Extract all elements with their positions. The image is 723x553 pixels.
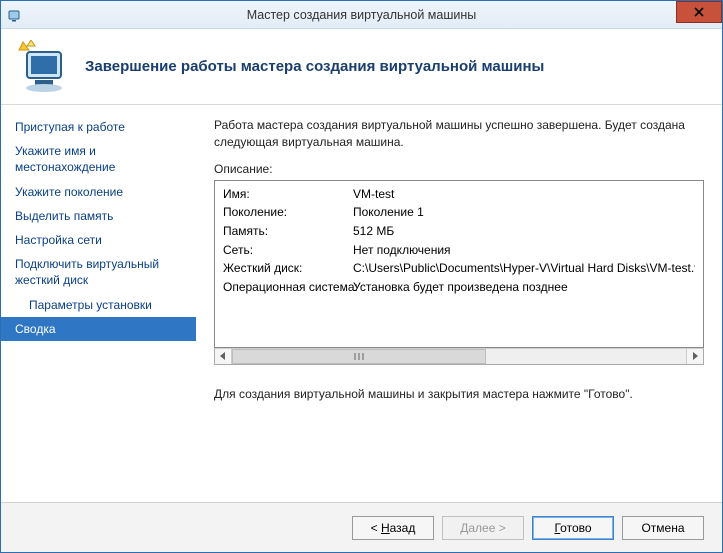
chevron-right-icon bbox=[692, 352, 698, 360]
wizard-step[interactable]: Выделить память bbox=[1, 204, 196, 228]
summary-key: Имя: bbox=[223, 185, 353, 204]
summary-value: 512 МБ bbox=[353, 222, 695, 241]
summary-key: Жесткий диск: bbox=[223, 259, 353, 278]
wizard-window: Мастер создания виртуальной машины Завер… bbox=[0, 0, 723, 553]
back-button[interactable]: < Назад bbox=[352, 516, 434, 540]
cancel-button[interactable]: Отмена bbox=[622, 516, 704, 540]
close-button[interactable] bbox=[676, 1, 722, 23]
summary-key: Поколение: bbox=[223, 203, 353, 222]
summary-row: Поколение:Поколение 1 bbox=[223, 203, 695, 222]
next-button: Далее > bbox=[442, 516, 524, 540]
summary-key: Сеть: bbox=[223, 241, 353, 260]
summary-value: VM-test bbox=[353, 185, 695, 204]
summary-value: Установка будет произведена позднее bbox=[353, 278, 695, 297]
summary-value: Поколение 1 bbox=[353, 203, 695, 222]
scroll-thumb[interactable] bbox=[232, 349, 486, 364]
wizard-step[interactable]: Укажите имя и местонахождение bbox=[1, 139, 196, 179]
page-title: Завершение работы мастера создания вирту… bbox=[85, 58, 544, 75]
window-title: Мастер создания виртуальной машины bbox=[1, 8, 722, 22]
description-label: Описание: bbox=[214, 162, 704, 176]
summary-row: Сеть:Нет подключения bbox=[223, 241, 695, 260]
vm-icon bbox=[17, 40, 71, 94]
wizard-header: Завершение работы мастера создания вирту… bbox=[1, 29, 722, 105]
summary-row: Имя:VM-test bbox=[223, 185, 695, 204]
horizontal-scrollbar[interactable] bbox=[214, 348, 704, 365]
summary-row: Операционная система:Установка будет про… bbox=[223, 278, 695, 297]
closing-text: Для создания виртуальной машины и закрыт… bbox=[214, 387, 704, 401]
summary-key: Операционная система: bbox=[223, 278, 353, 297]
summary-row: Память:512 МБ bbox=[223, 222, 695, 241]
summary-box: Имя:VM-testПоколение:Поколение 1Память:5… bbox=[214, 180, 704, 348]
wizard-content: Работа мастера создания виртуальной маши… bbox=[196, 105, 722, 502]
wizard-step[interactable]: Подключить виртуальный жесткий диск bbox=[1, 252, 196, 292]
wizard-body: Приступая к работеУкажите имя и местонах… bbox=[1, 105, 722, 502]
wizard-footer: < Назад Далее > Готово Отмена bbox=[1, 502, 722, 552]
summary-value: C:\Users\Public\Documents\Hyper-V\Virtua… bbox=[353, 259, 695, 278]
chevron-left-icon bbox=[220, 352, 226, 360]
summary-key: Память: bbox=[223, 222, 353, 241]
wizard-step[interactable]: Настройка сети bbox=[1, 228, 196, 252]
scroll-right-arrow[interactable] bbox=[686, 349, 703, 364]
scroll-grip-icon bbox=[352, 353, 366, 360]
summary-row: Жесткий диск:C:\Users\Public\Documents\H… bbox=[223, 259, 695, 278]
finish-button[interactable]: Готово bbox=[532, 516, 614, 540]
close-icon bbox=[694, 7, 704, 17]
intro-text: Работа мастера создания виртуальной маши… bbox=[214, 117, 704, 152]
titlebar: Мастер создания виртуальной машины bbox=[1, 1, 722, 29]
scroll-left-arrow[interactable] bbox=[215, 349, 232, 364]
wizard-step[interactable]: Сводка bbox=[1, 317, 196, 341]
wizard-step[interactable]: Укажите поколение bbox=[1, 180, 196, 204]
scroll-track[interactable] bbox=[232, 349, 686, 364]
summary-value: Нет подключения bbox=[353, 241, 695, 260]
wizard-step[interactable]: Приступая к работе bbox=[1, 115, 196, 139]
wizard-step[interactable]: Параметры установки bbox=[1, 293, 196, 317]
wizard-steps-sidebar: Приступая к работеУкажите имя и местонах… bbox=[1, 105, 196, 502]
app-icon bbox=[7, 7, 23, 23]
